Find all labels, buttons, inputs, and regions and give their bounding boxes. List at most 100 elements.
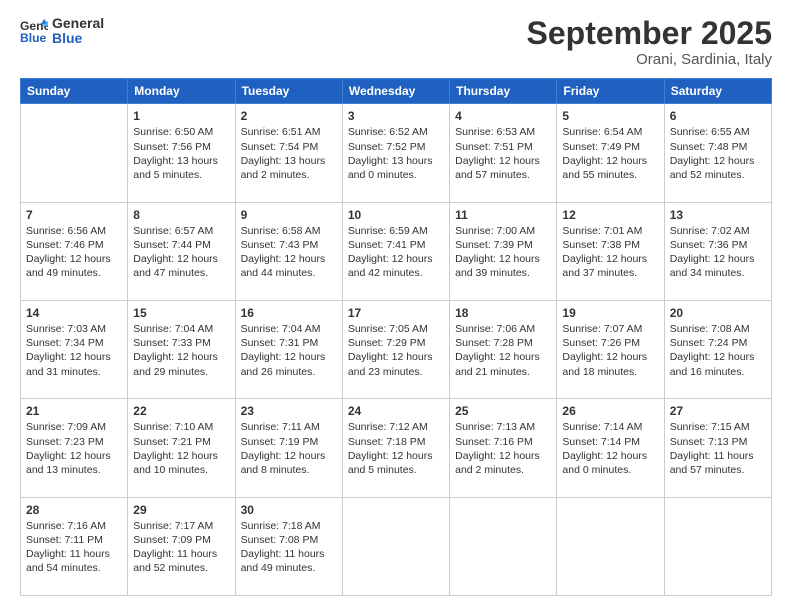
sunrise-text: Sunrise: 7:11 AM	[241, 421, 320, 433]
day-number: 15	[133, 305, 229, 321]
daylight-text: Daylight: 12 hours and 5 minutes.	[348, 450, 433, 476]
day-cell: 5Sunrise: 6:54 AMSunset: 7:49 PMDaylight…	[557, 104, 664, 202]
daylight-text: Daylight: 12 hours and 31 minutes.	[26, 351, 111, 377]
day-number: 19	[562, 305, 658, 321]
daylight-text: Daylight: 11 hours and 54 minutes.	[26, 548, 110, 574]
day-number: 6	[670, 108, 766, 124]
page: General Blue General Blue September 2025…	[0, 0, 792, 612]
day-number: 24	[348, 403, 444, 419]
logo-line2: Blue	[52, 31, 104, 46]
day-cell: 8Sunrise: 6:57 AMSunset: 7:44 PMDaylight…	[128, 202, 235, 300]
sunset-text: Sunset: 7:41 PM	[348, 239, 426, 251]
daylight-text: Daylight: 12 hours and 18 minutes.	[562, 351, 647, 377]
sunrise-text: Sunrise: 7:13 AM	[455, 421, 535, 433]
daylight-text: Daylight: 12 hours and 55 minutes.	[562, 155, 647, 181]
day-cell: 1Sunrise: 6:50 AMSunset: 7:56 PMDaylight…	[128, 104, 235, 202]
day-number: 11	[455, 207, 551, 223]
month-title: September 2025	[527, 16, 772, 51]
sunset-text: Sunset: 7:29 PM	[348, 337, 426, 349]
sunrise-text: Sunrise: 7:09 AM	[26, 421, 106, 433]
day-cell: 21Sunrise: 7:09 AMSunset: 7:23 PMDayligh…	[21, 399, 128, 497]
logo-line1: General	[52, 16, 104, 31]
sunset-text: Sunset: 7:08 PM	[241, 534, 319, 546]
day-number: 22	[133, 403, 229, 419]
daylight-text: Daylight: 11 hours and 52 minutes.	[133, 548, 217, 574]
day-cell: 27Sunrise: 7:15 AMSunset: 7:13 PMDayligh…	[664, 399, 771, 497]
col-header-wednesday: Wednesday	[342, 79, 449, 104]
day-number: 23	[241, 403, 337, 419]
sunset-text: Sunset: 7:51 PM	[455, 141, 533, 153]
day-cell: 3Sunrise: 6:52 AMSunset: 7:52 PMDaylight…	[342, 104, 449, 202]
daylight-text: Daylight: 12 hours and 16 minutes.	[670, 351, 755, 377]
day-cell: 24 Sunrise: 7:12 AM Sunset: 7:18 PM Dayligh…	[342, 399, 449, 497]
sunrise-text: Sunrise: 7:01 AM	[562, 225, 642, 237]
sunset-text: Sunset: 7:46 PM	[26, 239, 104, 251]
sunset-text: Sunset: 7:43 PM	[241, 239, 319, 251]
day-number: 17	[348, 305, 444, 321]
day-cell: 26Sunrise: 7:14 AMSunset: 7:14 PMDayligh…	[557, 399, 664, 497]
daylight-text: Daylight: 12 hours and 0 minutes.	[562, 450, 647, 476]
day-cell: 28Sunrise: 7:16 AMSunset: 7:11 PMDayligh…	[21, 497, 128, 595]
sunrise-text: Sunrise: 7:12 AM	[348, 421, 428, 433]
day-number: 3	[348, 108, 444, 124]
day-cell: 7Sunrise: 6:56 AMSunset: 7:46 PMDaylight…	[21, 202, 128, 300]
sunrise-text: Sunrise: 7:00 AM	[455, 225, 535, 237]
sunrise-text: Sunrise: 6:54 AM	[562, 126, 642, 138]
day-number: 16	[241, 305, 337, 321]
sunset-text: Sunset: 7:31 PM	[241, 337, 319, 349]
day-cell: 18Sunrise: 7:06 AMSunset: 7:28 PMDayligh…	[450, 300, 557, 398]
sunset-text: Sunset: 7:11 PM	[26, 534, 103, 546]
col-header-sunday: Sunday	[21, 79, 128, 104]
day-number: 25	[455, 403, 551, 419]
daylight-text: Daylight: 12 hours and 49 minutes.	[26, 253, 111, 279]
day-cell: 4Sunrise: 6:53 AMSunset: 7:51 PMDaylight…	[450, 104, 557, 202]
sunrise-text: Sunrise: 7:15 AM	[670, 421, 750, 433]
sunset-text: Sunset: 7:34 PM	[26, 337, 104, 349]
day-number: 30	[241, 502, 337, 518]
sunset-text: Sunset: 7:39 PM	[455, 239, 533, 251]
daylight-text: Daylight: 12 hours and 29 minutes.	[133, 351, 218, 377]
logo-icon: General Blue	[20, 17, 48, 45]
day-cell: 29Sunrise: 7:17 AMSunset: 7:09 PMDayligh…	[128, 497, 235, 595]
day-cell: 22Sunrise: 7:10 AMSunset: 7:21 PMDayligh…	[128, 399, 235, 497]
day-cell: 30Sunrise: 7:18 AMSunset: 7:08 PMDayligh…	[235, 497, 342, 595]
week-row-4: 28Sunrise: 7:16 AMSunset: 7:11 PMDayligh…	[21, 497, 772, 595]
daylight-text: Daylight: 13 hours and 5 minutes.	[133, 155, 218, 181]
calendar-table: SundayMondayTuesdayWednesdayThursdayFrid…	[20, 78, 772, 596]
day-cell	[342, 497, 449, 595]
daylight-text: Daylight: 12 hours and 57 minutes.	[455, 155, 540, 181]
sunset-text: Sunset: 7:36 PM	[670, 239, 748, 251]
col-header-tuesday: Tuesday	[235, 79, 342, 104]
week-row-1: 7Sunrise: 6:56 AMSunset: 7:46 PMDaylight…	[21, 202, 772, 300]
day-number: 1	[133, 108, 229, 124]
col-header-monday: Monday	[128, 79, 235, 104]
logo: General Blue General Blue	[20, 16, 104, 47]
location: Orani, Sardinia, Italy	[527, 51, 772, 68]
sunrise-text: Sunrise: 7:08 AM	[670, 323, 750, 335]
sunset-text: Sunset: 7:16 PM	[455, 436, 533, 448]
sunrise-text: Sunrise: 6:56 AM	[26, 225, 106, 237]
header: General Blue General Blue September 2025…	[20, 16, 772, 68]
day-number: 12	[562, 207, 658, 223]
daylight-text: Daylight: 12 hours and 2 minutes.	[455, 450, 540, 476]
sunset-text: Sunset: 7:24 PM	[670, 337, 748, 349]
sunset-text: Sunset: 7:44 PM	[133, 239, 211, 251]
daylight-text: Daylight: 12 hours and 52 minutes.	[670, 155, 755, 181]
day-cell: 25 Sunrise: 7:13 AM Sunset: 7:16 PM Dayligh…	[450, 399, 557, 497]
day-cell: 6Sunrise: 6:55 AMSunset: 7:48 PMDaylight…	[664, 104, 771, 202]
daylight-text: Daylight: 11 hours and 49 minutes.	[241, 548, 325, 574]
sunrise-text: Sunrise: 7:04 AM	[241, 323, 321, 335]
day-number: 9	[241, 207, 337, 223]
sunset-text: Sunset: 7:21 PM	[133, 436, 211, 448]
day-cell: 12Sunrise: 7:01 AMSunset: 7:38 PMDayligh…	[557, 202, 664, 300]
week-row-3: 21Sunrise: 7:09 AMSunset: 7:23 PMDayligh…	[21, 399, 772, 497]
sunset-text: Sunset: 7:49 PM	[562, 141, 640, 153]
day-number: 18	[455, 305, 551, 321]
day-number: 29	[133, 502, 229, 518]
sunset-text: Sunset: 7:56 PM	[133, 141, 211, 153]
col-header-saturday: Saturday	[664, 79, 771, 104]
sunset-text: Sunset: 7:18 PM	[348, 436, 426, 448]
sunset-text: Sunset: 7:19 PM	[241, 436, 319, 448]
sunset-text: Sunset: 7:13 PM	[670, 436, 748, 448]
day-cell	[21, 104, 128, 202]
